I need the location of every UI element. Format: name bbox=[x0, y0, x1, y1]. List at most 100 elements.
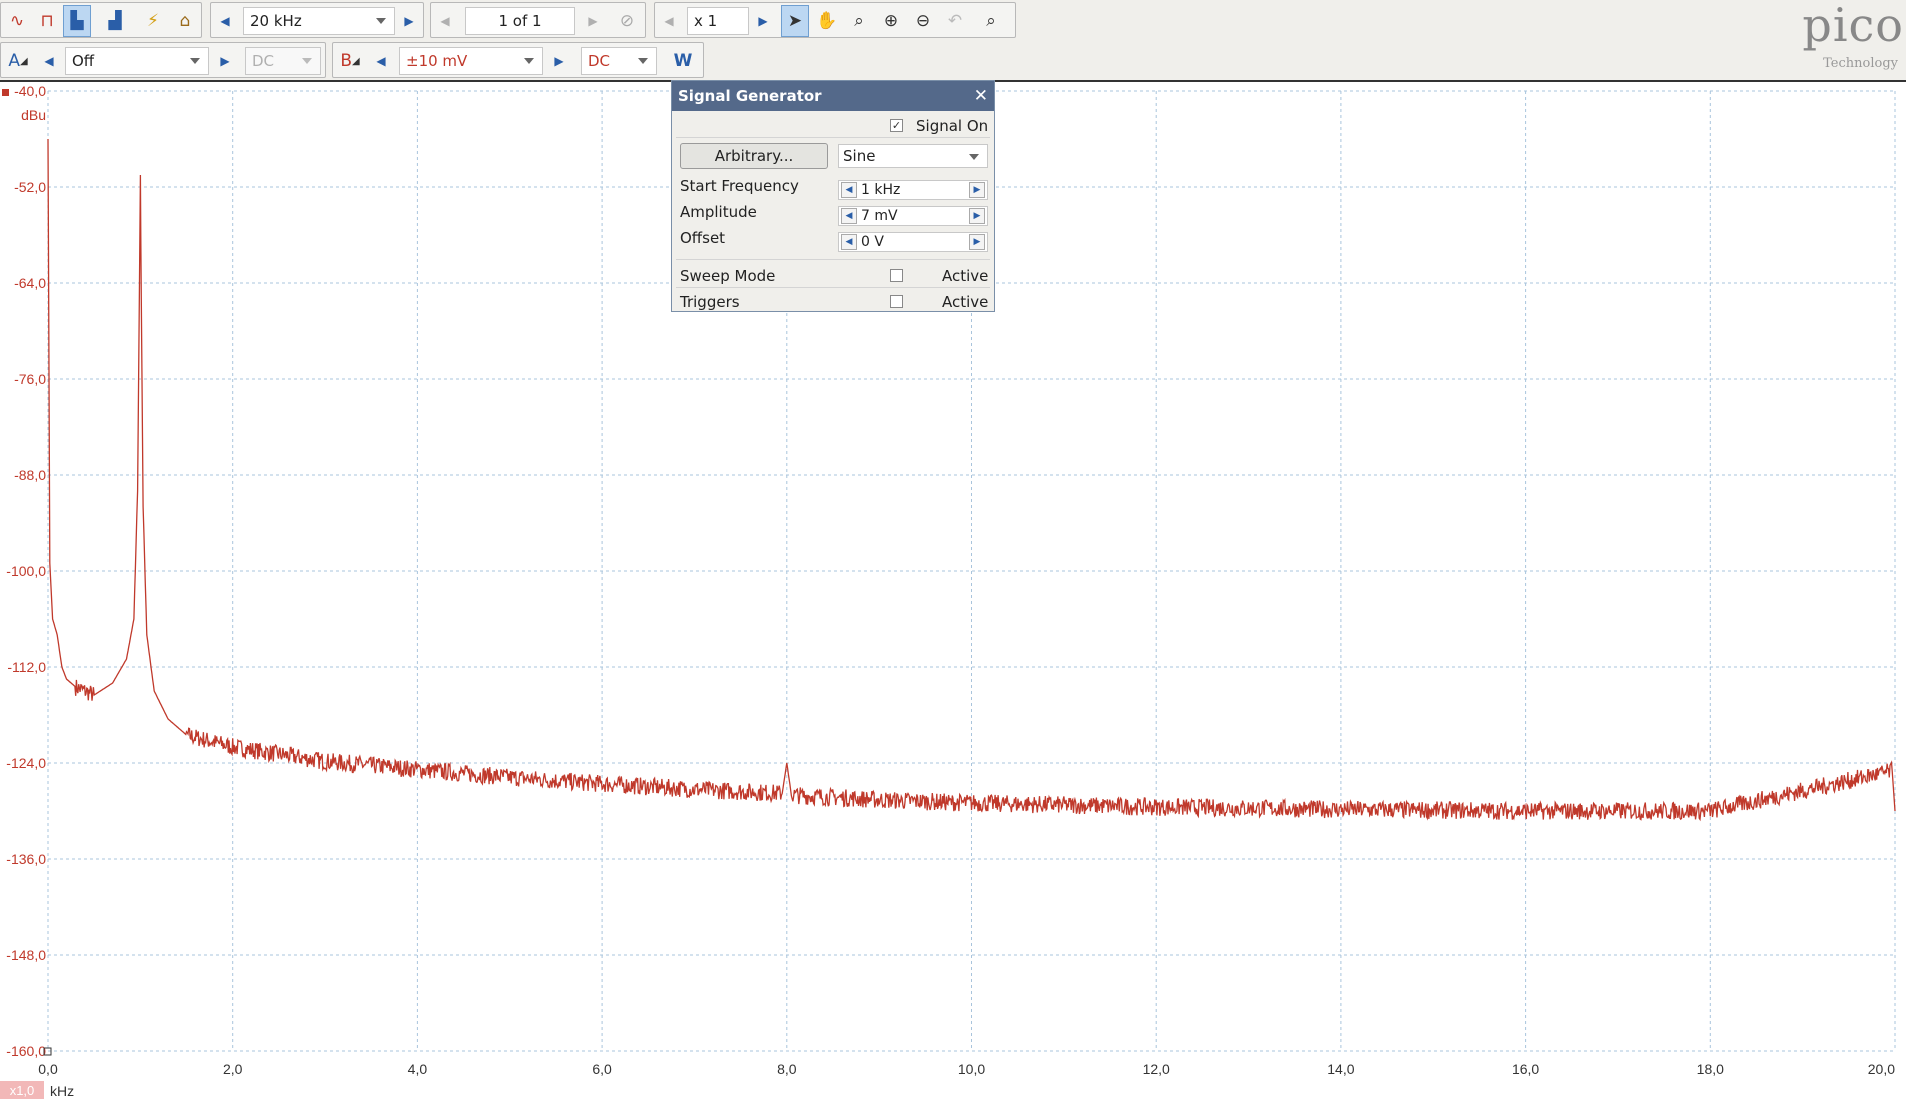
scope-mode-icon[interactable]: ∿ bbox=[3, 5, 31, 37]
logo-subtitle: Technology bbox=[1823, 56, 1898, 71]
decrement-icon[interactable]: ◀ bbox=[841, 208, 857, 224]
channel-a-prev-arrow[interactable]: ◀ bbox=[39, 46, 59, 76]
channel-b-label: B bbox=[340, 51, 352, 71]
home-icon[interactable]: ⌂ bbox=[171, 5, 199, 37]
decrement-icon[interactable]: ◀ bbox=[841, 234, 857, 250]
x-tick-label: 4,0 bbox=[408, 1061, 428, 1077]
arbitrary-button[interactable]: Arbitrary... bbox=[680, 143, 828, 169]
y-tick-label: -136,0 bbox=[6, 851, 46, 867]
y-axis-ticks: -40,0 -52,0 -64,0 -76,0 -88,0 -100,0 -112,0 -12… bbox=[6, 83, 46, 1059]
signal-on-label: Signal On bbox=[916, 117, 989, 135]
channel-b-marker bbox=[2, 89, 9, 96]
spectrum-persistence-icon[interactable]: ▟ bbox=[101, 5, 129, 37]
y-tick-label: -160,0 bbox=[6, 1043, 46, 1059]
timebase-group: ◀ 20 kHz ▶ bbox=[210, 2, 424, 38]
y-tick-label: -64,0 bbox=[14, 275, 46, 291]
y-axis-unit-label: dBu bbox=[21, 107, 46, 123]
spectrum-mode-icon[interactable]: ▙ bbox=[63, 5, 91, 37]
x-tick-label: 14,0 bbox=[1327, 1061, 1354, 1077]
x-tick-label: 10,0 bbox=[958, 1061, 985, 1077]
channel-b-group: B ◢ ◀ ±10 mV ▶ DC W bbox=[332, 42, 704, 78]
triggers-active-label: Active bbox=[942, 293, 989, 311]
timebase-select[interactable]: 20 kHz bbox=[243, 7, 395, 35]
auto-setup-icon[interactable]: ⚡ bbox=[139, 5, 167, 37]
increment-icon[interactable]: ▶ bbox=[969, 234, 985, 250]
timebase-next-arrow[interactable]: ▶ bbox=[399, 6, 419, 36]
zoom-in-icon[interactable]: ⊕ bbox=[877, 5, 905, 37]
y-tick-label: -52,0 bbox=[14, 179, 46, 195]
channel-b-coupling-value: DC bbox=[588, 52, 611, 70]
chevron-down-icon bbox=[376, 18, 386, 24]
increment-icon[interactable]: ▶ bbox=[969, 182, 985, 198]
offset-label: Offset bbox=[680, 229, 726, 247]
y-tick-label: -100,0 bbox=[6, 563, 46, 579]
channel-a-next-arrow[interactable]: ▶ bbox=[215, 46, 235, 76]
zoom-value: x 1 bbox=[694, 12, 718, 30]
channel-a-coupling-value: DC bbox=[252, 52, 275, 70]
channel-b-coupling-select[interactable]: DC bbox=[581, 47, 657, 75]
signal-generator-icon[interactable]: W bbox=[669, 45, 697, 77]
x-tick-label: 0,0 bbox=[38, 1061, 58, 1077]
undo-zoom-icon[interactable]: ↶ bbox=[941, 5, 969, 37]
page-next-arrow[interactable]: ▶ bbox=[583, 6, 603, 36]
hand-icon[interactable]: ✋ bbox=[813, 5, 841, 37]
close-icon[interactable]: ✕ bbox=[974, 81, 988, 111]
page-text: 1 of 1 bbox=[498, 12, 542, 30]
decrement-icon[interactable]: ◀ bbox=[841, 182, 857, 198]
persistence-mode-icon[interactable]: ⊓ bbox=[33, 5, 61, 37]
waveform-value: Sine bbox=[843, 147, 876, 165]
waveform-select[interactable]: Sine bbox=[838, 144, 988, 168]
zoom-region-icon[interactable]: ⌕ bbox=[845, 5, 873, 37]
amplitude-input[interactable]: ◀ 7 mV ▶ bbox=[838, 206, 988, 226]
start-frequency-value: 1 kHz bbox=[861, 182, 901, 198]
pico-technology-logo: pico Technology bbox=[1766, 0, 1906, 76]
y-tick-label: -112,0 bbox=[7, 659, 46, 675]
pointer-icon[interactable]: ➤ bbox=[781, 5, 809, 37]
start-frequency-input[interactable]: ◀ 1 kHz ▶ bbox=[838, 180, 988, 200]
channel-a-button[interactable]: A ◢ bbox=[3, 45, 33, 77]
x-axis-ticks: 0,0 2,0 4,0 6,0 8,0 10,0 12,0 14,0 16,0 18,0 20,0 bbox=[38, 1061, 1895, 1077]
zoom-fit-icon[interactable]: ⌕ bbox=[977, 5, 1005, 37]
offset-input[interactable]: ◀ 0 V ▶ bbox=[838, 232, 988, 252]
zoom-next-arrow[interactable]: ▶ bbox=[753, 6, 773, 36]
channel-a-range-value: Off bbox=[72, 52, 95, 70]
zoom-prev-arrow[interactable]: ◀ bbox=[659, 6, 679, 36]
increment-icon[interactable]: ▶ bbox=[969, 208, 985, 224]
zoom-field[interactable]: x 1 bbox=[687, 7, 749, 35]
divider bbox=[676, 137, 990, 138]
signal-generator-dialog: Signal Generator ✕ ✓ Signal On Arbitrary… bbox=[671, 80, 995, 312]
zoom-out-icon[interactable]: ⊖ bbox=[909, 5, 937, 37]
divider bbox=[676, 259, 990, 260]
channel-a-group: A ◢ ◀ Off ▶ DC bbox=[0, 42, 326, 78]
x-tick-label: 6,0 bbox=[592, 1061, 612, 1077]
sweep-active-label: Active bbox=[942, 267, 989, 285]
x-tick-label: 8,0 bbox=[777, 1061, 797, 1077]
start-frequency-label: Start Frequency bbox=[680, 177, 799, 195]
channel-b-range-select[interactable]: ±10 mV bbox=[399, 47, 543, 75]
signal-on-checkbox[interactable]: ✓ bbox=[890, 119, 903, 132]
y-tick-label: -148,0 bbox=[6, 947, 46, 963]
amplitude-label: Amplitude bbox=[680, 203, 757, 221]
x-tick-label: 12,0 bbox=[1143, 1061, 1170, 1077]
compass-icon[interactable]: ⊘ bbox=[613, 5, 641, 37]
x-tick-label: 16,0 bbox=[1512, 1061, 1539, 1077]
triggers-checkbox[interactable] bbox=[890, 295, 903, 308]
channel-b-next-arrow[interactable]: ▶ bbox=[549, 46, 569, 76]
x-tick-label: 18,0 bbox=[1697, 1061, 1724, 1077]
timebase-prev-arrow[interactable]: ◀ bbox=[215, 6, 235, 36]
channel-a-label: A bbox=[8, 51, 20, 71]
page-group: ◀ 1 of 1 ▶ ⊘ bbox=[430, 2, 646, 38]
chevron-down-icon bbox=[302, 58, 312, 64]
y-tick-label: -124,0 bbox=[6, 755, 46, 771]
sweep-mode-checkbox[interactable] bbox=[890, 269, 903, 282]
channel-a-coupling-select[interactable]: DC bbox=[245, 47, 321, 75]
x-scale-badge-label: x1,0 bbox=[10, 1083, 35, 1098]
triggers-label: Triggers bbox=[680, 293, 740, 311]
page-prev-arrow[interactable]: ◀ bbox=[435, 6, 455, 36]
signal-generator-titlebar[interactable]: Signal Generator ✕ bbox=[672, 81, 994, 111]
channel-a-range-select[interactable]: Off bbox=[65, 47, 209, 75]
divider bbox=[676, 287, 990, 288]
channel-b-button[interactable]: B ◢ bbox=[335, 45, 365, 77]
channel-b-prev-arrow[interactable]: ◀ bbox=[371, 46, 391, 76]
timebase-value: 20 kHz bbox=[250, 12, 302, 30]
